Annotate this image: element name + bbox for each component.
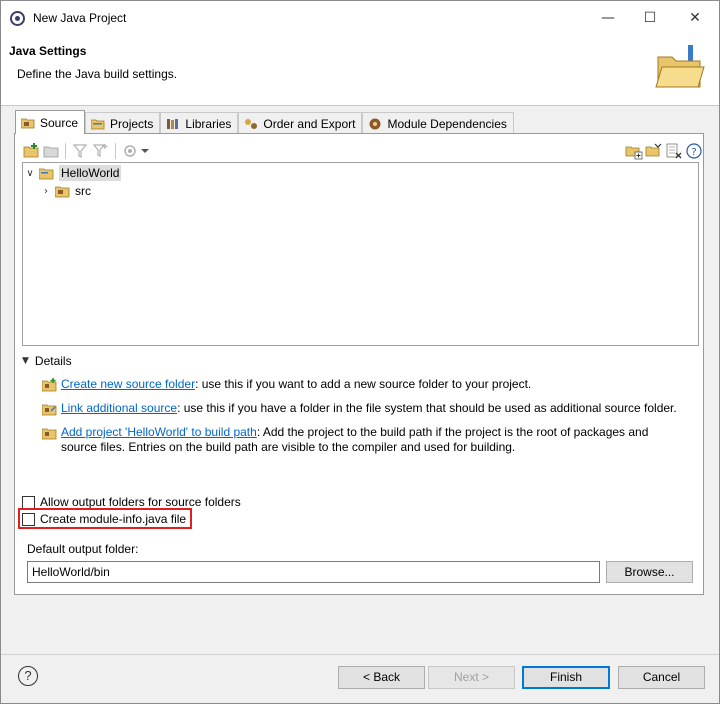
page-description: Define the Java build settings. [17, 67, 178, 81]
maximize-button[interactable]: ☐ [632, 5, 668, 31]
wizard-header: Java Settings Define the Java build sett… [1, 35, 719, 105]
tab-label: Source [40, 115, 79, 130]
checkbox-label: Create module-info.java file [40, 512, 187, 526]
add-project-folder-icon [42, 428, 57, 440]
expanded-arrow-icon[interactable]: ∨ [25, 168, 35, 179]
link-additional-source-link[interactable]: Link additional source [61, 401, 177, 415]
tab-label: Module Dependencies [387, 116, 507, 131]
expand-all-icon[interactable] [625, 142, 643, 160]
title-bar: New Java Project — ☐ ✕ [1, 1, 719, 35]
minimize-button[interactable]: — [590, 5, 626, 31]
collapsed-arrow-icon[interactable]: › [41, 186, 51, 197]
allow-output-folders-option[interactable]: Allow output folders for source folders [22, 495, 241, 509]
browse-button[interactable]: Browse... [606, 561, 693, 583]
cancel-button[interactable]: Cancel [618, 666, 705, 689]
tree-item-label: src [75, 184, 91, 198]
tab-bar: Source Projects Libraries Order and Expo… [15, 110, 514, 134]
collapse-all-icon[interactable] [645, 142, 663, 160]
open-folder-wizard-icon [655, 45, 705, 88]
next-button[interactable]: Next > [428, 666, 515, 689]
tab-label: Libraries [185, 116, 232, 131]
tree-item-label: HelloWorld [59, 165, 122, 181]
create-source-folder-link[interactable]: Create new source folder [61, 377, 195, 391]
detail-link-source: Link additional source: use this if you … [42, 401, 682, 416]
window-title: New Java Project [33, 11, 127, 25]
svg-text:?: ? [691, 147, 696, 158]
output-folder-input[interactable] [27, 561, 600, 583]
java-project-icon [39, 168, 54, 179]
close-button[interactable]: ✕ [677, 5, 713, 31]
filter-add-icon[interactable] [91, 142, 109, 160]
output-folder-label: Default output folder: [27, 542, 139, 556]
filter-icon[interactable] [71, 142, 89, 160]
detail-text: : use this if you want to add a new sour… [195, 377, 532, 391]
tab-libraries[interactable]: Libraries [160, 112, 239, 134]
new-source-folder-icon [42, 378, 57, 392]
package-folder-icon [55, 186, 70, 197]
tree-item-project[interactable]: ∨ HelloWorld [25, 164, 122, 182]
details-label: Details [34, 354, 72, 368]
link-folder-icon[interactable] [43, 142, 61, 160]
tab-module-dependencies[interactable]: Module Dependencies [362, 112, 514, 134]
page-title: Java Settings [9, 44, 87, 58]
remove-icon[interactable] [665, 142, 683, 160]
wizard-body: Source Projects Libraries Order and Expo… [1, 106, 719, 654]
details-toggle[interactable]: ▼ Details [22, 354, 72, 368]
source-folder-icon [21, 118, 35, 128]
tab-label: Projects [110, 116, 154, 131]
add-folder-icon[interactable] [23, 142, 41, 160]
libraries-icon [167, 118, 179, 129]
detail-text: : use this if you have a folder in the f… [177, 401, 677, 415]
collapse-arrow-icon: ▼ [22, 356, 29, 366]
eclipse-icon [10, 11, 25, 26]
linked-folder-icon [42, 404, 57, 416]
tree-item-src[interactable]: › src [41, 182, 91, 200]
detail-create-source-folder: Create new source folder: use this if yo… [42, 377, 682, 392]
tab-label: Order and Export [263, 116, 356, 131]
finish-button[interactable]: Finish [522, 666, 610, 689]
tab-source[interactable]: Source [15, 110, 86, 134]
tab-order-and-export[interactable]: Order and Export [238, 112, 363, 134]
checkbox-label: Allow output folders for source folders [40, 495, 241, 509]
projects-icon [91, 119, 105, 129]
back-button[interactable]: < Back [338, 666, 425, 689]
wizard-footer: ? < Back Next > Finish Cancel [1, 654, 719, 703]
tab-projects[interactable]: Projects [85, 112, 161, 134]
order-export-icon [245, 118, 258, 129]
new-java-project-dialog: New Java Project — ☐ ✕ Java Settings Def… [0, 0, 720, 704]
add-project-to-build-path-link[interactable]: Add project 'HelloWorld' to build path [61, 425, 257, 439]
dropdown-arrow-icon[interactable] [139, 142, 151, 160]
configure-icon[interactable] [121, 142, 139, 160]
allow-output-folders-checkbox[interactable] [22, 495, 35, 509]
create-module-info-checkbox[interactable] [22, 512, 35, 526]
create-module-info-option[interactable]: Create module-info.java file [22, 512, 186, 526]
source-folder-tree: ∨ HelloWorld › src [22, 162, 699, 346]
help-icon[interactable]: ? [685, 142, 703, 160]
module-icon [369, 118, 381, 129]
detail-add-project: Add project 'HelloWorld' to build path: … [42, 425, 682, 455]
source-tab-panel: ? ∨ HelloWorld › src ▼ Details Create ne… [14, 133, 704, 595]
toolbar-separator [115, 143, 116, 159]
source-toolbar: ? [21, 140, 702, 162]
toolbar-separator [65, 143, 66, 159]
help-icon[interactable]: ? [18, 666, 38, 686]
